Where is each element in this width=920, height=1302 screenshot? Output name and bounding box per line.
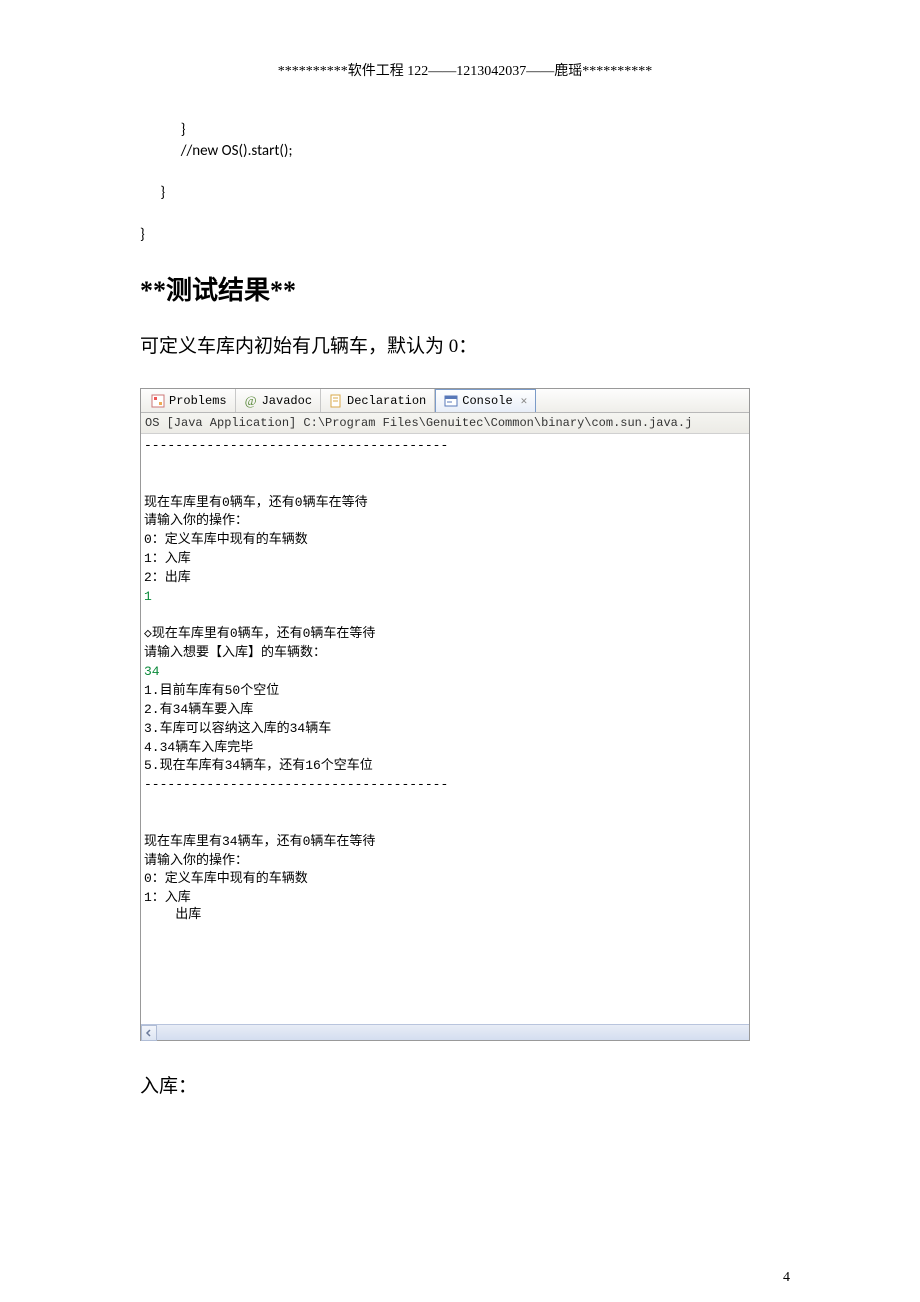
tab-console[interactable]: Console ✕ (435, 389, 536, 412)
intro-text: 可定义车库内初始有几辆车，默认为 0： (140, 331, 790, 358)
declaration-icon (329, 394, 343, 408)
ide-console-panel: Problems @ Javadoc Declaration Console ✕… (140, 388, 750, 1041)
console-output: --------------------------------------- … (141, 434, 749, 1024)
tab-problems[interactable]: Problems (143, 389, 236, 412)
page-header: **********软件工程 122——1213042037——鹿瑶******… (140, 60, 790, 80)
page-number: 4 (783, 1270, 790, 1286)
tab-declaration[interactable]: Declaration (321, 389, 435, 412)
javadoc-icon: @ (244, 394, 258, 408)
section-title: **测试结果** (140, 270, 790, 307)
close-icon[interactable]: ✕ (521, 394, 528, 408)
tab-bar: Problems @ Javadoc Declaration Console ✕ (141, 389, 749, 413)
tab-label: Declaration (347, 394, 426, 408)
code-snippet: } //new OS().start(); } } (140, 120, 790, 246)
console-icon (444, 394, 458, 408)
tab-label: Console (462, 394, 512, 408)
scroll-left-icon[interactable] (141, 1025, 157, 1041)
console-path: OS [Java Application] C:\Program Files\G… (141, 413, 749, 434)
tab-javadoc[interactable]: @ Javadoc (236, 389, 321, 412)
tab-label: Problems (169, 394, 227, 408)
problems-icon (151, 394, 165, 408)
footer-text: 入库： (140, 1071, 790, 1098)
horizontal-scrollbar[interactable] (141, 1024, 749, 1040)
tab-label: Javadoc (262, 394, 312, 408)
